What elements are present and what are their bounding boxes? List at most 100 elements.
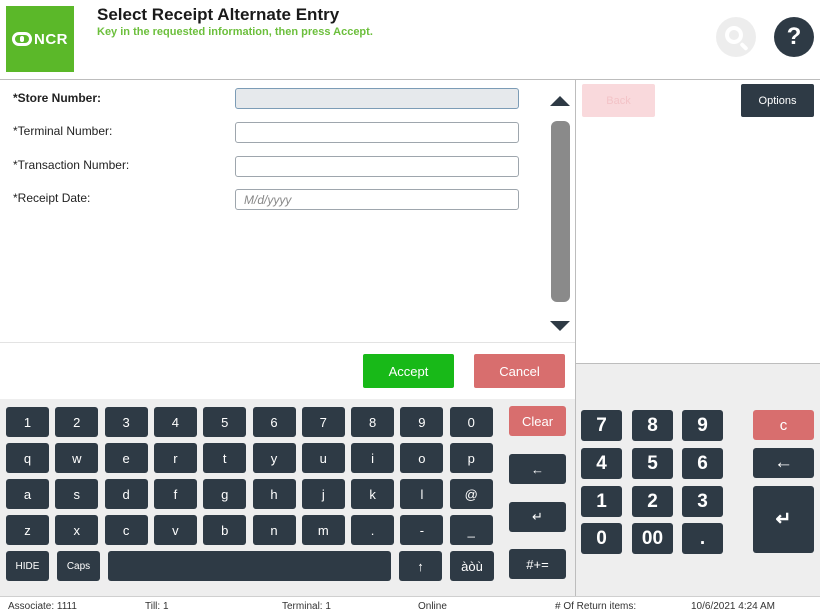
key-2-1[interactable]: s: [55, 479, 99, 509]
key-2-3[interactable]: f: [153, 479, 197, 509]
key-3-4[interactable]: b: [203, 515, 247, 545]
status-associate: Associate: 1111: [8, 601, 77, 612]
numpad: [576, 363, 820, 596]
status-terminal: Terminal: 1: [282, 601, 331, 612]
status-till: Till: 1: [145, 601, 169, 612]
key-3-2[interactable]: c: [104, 515, 148, 545]
numpad-key-2-0[interactable]: 1: [581, 486, 622, 517]
back-button[interactable]: Back: [582, 84, 655, 117]
key-1-9[interactable]: p: [449, 443, 493, 473]
caps-key[interactable]: Caps: [57, 551, 100, 581]
shift-arrow-icon: ↑: [417, 558, 424, 574]
cancel-button[interactable]: Cancel: [474, 354, 565, 388]
accent-key[interactable]: àòù: [450, 551, 494, 581]
numpad-key-0-2[interactable]: 9: [682, 410, 723, 441]
enter-icon: ↵: [775, 509, 792, 530]
ncr-logo-icon: [12, 32, 32, 46]
key-3-9[interactable]: _: [449, 515, 493, 545]
key-2-7[interactable]: k: [351, 479, 395, 509]
numpad-key-3-0[interactable]: 0: [581, 523, 622, 554]
key-3-0[interactable]: z: [6, 515, 49, 545]
backspace-arrow-icon: ←: [531, 461, 544, 477]
key-0-8[interactable]: 9: [400, 407, 444, 437]
enter-icon: ↵: [532, 509, 543, 524]
key-1-3[interactable]: r: [153, 443, 197, 473]
store-number-label: *Store Number:: [13, 91, 102, 105]
help-button[interactable]: ?: [774, 17, 814, 57]
receipt-date-label: *Receipt Date:: [13, 191, 91, 205]
key-1-6[interactable]: u: [301, 443, 345, 473]
key-1-0[interactable]: q: [6, 443, 49, 473]
keyboard-backspace-key[interactable]: ←: [509, 454, 566, 484]
numpad-clear-button[interactable]: c: [753, 410, 814, 440]
key-0-7[interactable]: 8: [351, 407, 395, 437]
page-title: Select Receipt Alternate Entry: [97, 5, 340, 24]
transaction-number-input[interactable]: [235, 156, 519, 177]
key-2-6[interactable]: j: [301, 479, 345, 509]
numpad-key-0-0[interactable]: 7: [581, 410, 622, 441]
divider: [0, 342, 575, 343]
key-3-3[interactable]: v: [153, 515, 197, 545]
store-number-input[interactable]: [235, 88, 519, 109]
numpad-enter-key[interactable]: ↵: [753, 486, 814, 553]
search-icon: [725, 26, 743, 44]
numpad-key-1-1[interactable]: 5: [632, 448, 673, 479]
receipt-date-input[interactable]: [235, 189, 519, 210]
header: NCR Select Receipt Alternate Entry Key i…: [0, 0, 820, 80]
help-icon: ?: [786, 23, 802, 50]
search-button[interactable]: [716, 17, 756, 57]
key-1-8[interactable]: o: [400, 443, 444, 473]
hide-keyboard-button[interactable]: HIDE: [6, 551, 49, 581]
shift-key[interactable]: ↑: [399, 551, 442, 581]
scroll-down-arrow-icon[interactable]: [550, 321, 570, 331]
key-2-8[interactable]: l: [400, 479, 444, 509]
accept-button[interactable]: Accept: [363, 354, 454, 388]
numpad-key-0-1[interactable]: 8: [632, 410, 673, 441]
status-return-items: # Of Return items:: [555, 601, 637, 612]
numpad-key-1-0[interactable]: 4: [581, 448, 622, 479]
key-0-9[interactable]: 0: [449, 407, 493, 437]
key-2-4[interactable]: g: [203, 479, 247, 509]
key-1-7[interactable]: i: [351, 443, 395, 473]
key-1-2[interactable]: e: [104, 443, 148, 473]
terminal-number-input[interactable]: [235, 122, 519, 143]
key-3-7[interactable]: .: [351, 515, 395, 545]
numpad-key-1-2[interactable]: 6: [682, 448, 723, 479]
space-key[interactable]: [108, 551, 391, 581]
status-bar: Associate: 1111 Till: 1 Terminal: 1 Onli…: [0, 596, 820, 615]
keyboard-clear-button[interactable]: Clear: [509, 406, 566, 436]
backspace-arrow-icon: ←: [774, 452, 793, 473]
key-0-4[interactable]: 5: [203, 407, 247, 437]
keyboard-enter-key[interactable]: ↵: [509, 502, 566, 532]
key-0-6[interactable]: 7: [301, 407, 345, 437]
numpad-key-3-2[interactable]: .: [682, 523, 723, 554]
key-1-4[interactable]: t: [203, 443, 247, 473]
key-0-1[interactable]: 2: [55, 407, 99, 437]
logo-text: NCR: [34, 30, 68, 48]
ncr-logo: NCR: [6, 6, 74, 72]
key-0-0[interactable]: 1: [6, 407, 49, 437]
key-1-5[interactable]: y: [252, 443, 296, 473]
transaction-number-label: *Transaction Number:: [13, 158, 130, 172]
key-3-1[interactable]: x: [55, 515, 99, 545]
key-2-0[interactable]: a: [6, 479, 49, 509]
numpad-backspace-key[interactable]: ←: [753, 448, 814, 478]
status-datetime: 10/6/2021 4:24 AM: [691, 601, 775, 612]
key-0-5[interactable]: 6: [252, 407, 296, 437]
symbols-key[interactable]: #+=: [509, 549, 566, 579]
numpad-key-2-2[interactable]: 3: [682, 486, 723, 517]
key-0-2[interactable]: 3: [104, 407, 148, 437]
key-3-6[interactable]: m: [301, 515, 345, 545]
numpad-key-2-1[interactable]: 2: [632, 486, 673, 517]
key-2-9[interactable]: @: [449, 479, 493, 509]
key-2-2[interactable]: d: [104, 479, 148, 509]
scrollbar-thumb[interactable]: [551, 121, 570, 302]
key-3-5[interactable]: n: [252, 515, 296, 545]
scroll-up-arrow-icon[interactable]: [550, 96, 570, 106]
key-1-1[interactable]: w: [55, 443, 99, 473]
key-2-5[interactable]: h: [252, 479, 296, 509]
key-3-8[interactable]: -: [400, 515, 444, 545]
options-button[interactable]: Options: [741, 84, 814, 117]
key-0-3[interactable]: 4: [153, 407, 197, 437]
numpad-key-3-1[interactable]: 00: [632, 523, 673, 554]
